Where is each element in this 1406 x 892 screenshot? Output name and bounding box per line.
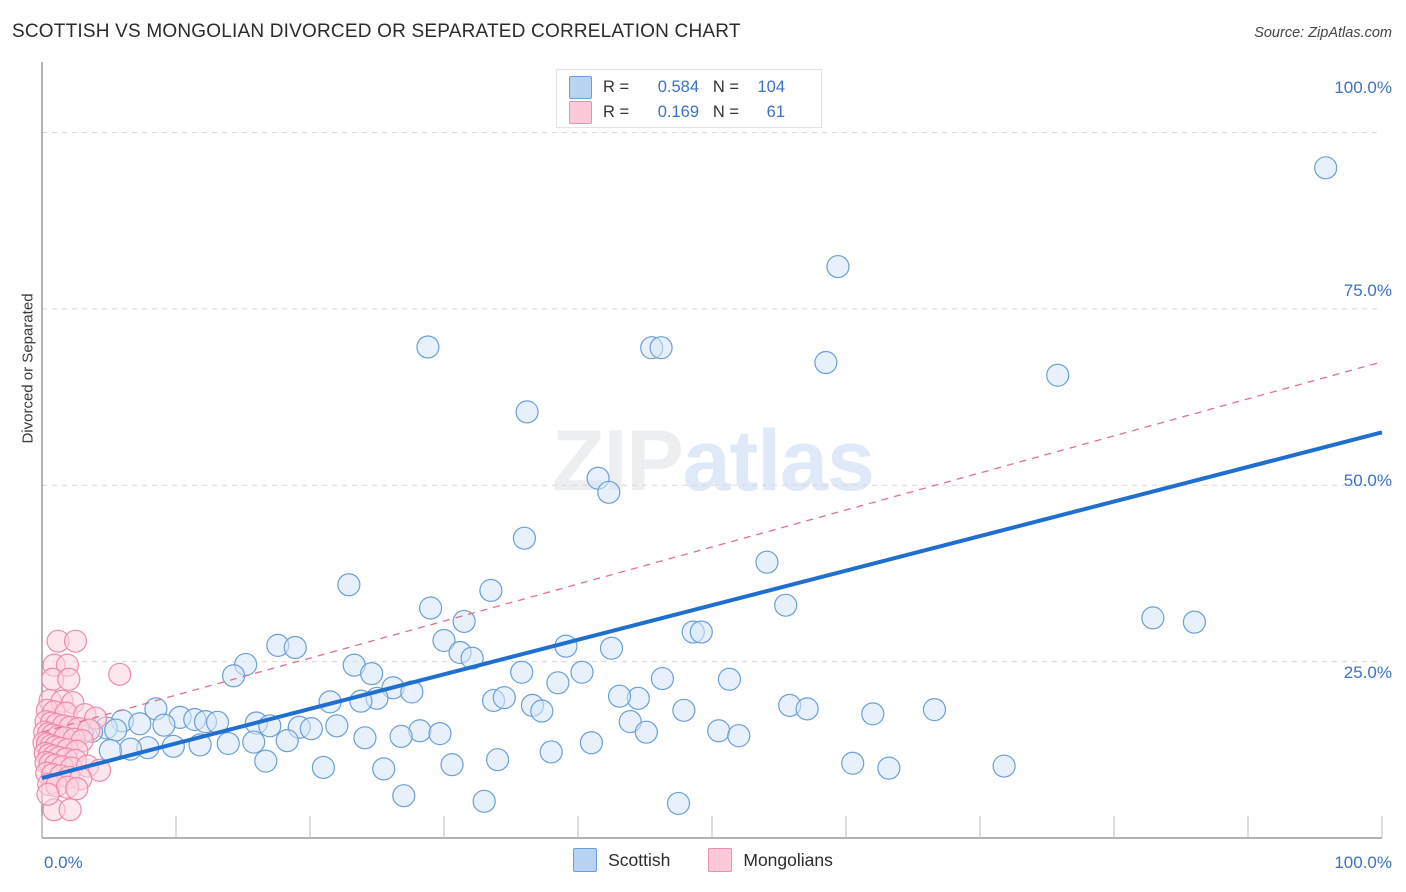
- stats-swatch-mongolians: [569, 101, 592, 124]
- stats-r-label-scottish: R =: [603, 78, 630, 96]
- legend-swatch-scottish: [573, 848, 598, 872]
- legend-label-mongolians: Mongolians: [743, 849, 833, 870]
- stats-row-scottish: R = 0.584 N = 104: [569, 75, 809, 100]
- legend-label-scottish: Scottish: [608, 849, 671, 870]
- y-tick-label-100: 100.0%: [1334, 78, 1392, 97]
- stats-n-label-scottish: N =: [712, 78, 739, 96]
- stats-n-value-mongolians: 61: [766, 103, 785, 121]
- stats-row-mongolians: R = 0.169 N = 61: [569, 100, 809, 125]
- correlation-chart: SCOTTISH VS MONGOLIAN DIVORCED OR SEPARA…: [0, 0, 1406, 892]
- stats-n-label-mongolians: N =: [712, 103, 739, 121]
- stats-r-value-scottish: 0.584: [657, 78, 699, 96]
- stats-r-label-mongolians: R =: [603, 103, 630, 121]
- legend-swatch-mongolians: [708, 848, 733, 872]
- y-tick-label-50: 50.0%: [1343, 471, 1392, 490]
- stats-swatch-scottish: [569, 76, 592, 99]
- legend-item-scottish[interactable]: Scottish: [573, 848, 670, 872]
- stats-r-value-mongolians: 0.169: [657, 103, 699, 121]
- y-tick-label-25: 25.0%: [1343, 663, 1392, 682]
- legend-item-mongolians[interactable]: Mongolians: [708, 848, 833, 872]
- scatter-plot-canvas: [32, 62, 1383, 839]
- stats-n-value-scottish: 104: [757, 78, 785, 96]
- y-tick-label-75: 75.0%: [1343, 281, 1392, 300]
- chart-legend: Scottish Mongolians: [0, 848, 1406, 872]
- correlation-stats-box: R = 0.584 N = 104 R = 0.169 N = 61: [556, 69, 822, 128]
